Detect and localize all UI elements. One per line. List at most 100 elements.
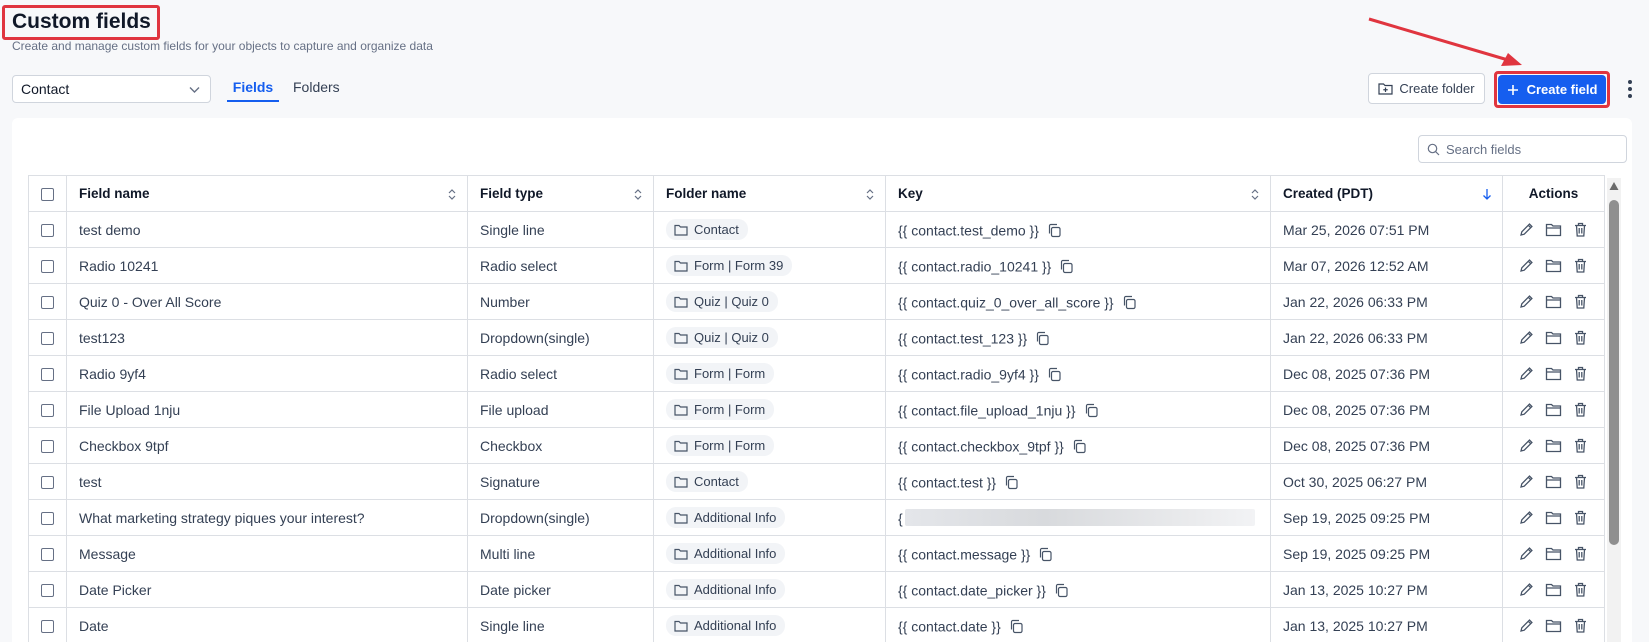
- move-folder-icon[interactable]: [1545, 401, 1562, 418]
- folder-chip[interactable]: Contact: [666, 219, 748, 240]
- table-row[interactable]: Date Picker Date picker Additional Info …: [28, 571, 1605, 608]
- search-input[interactable]: [1446, 141, 1626, 157]
- trash-icon[interactable]: [1572, 545, 1589, 562]
- edit-icon[interactable]: [1518, 329, 1535, 346]
- move-folder-icon[interactable]: [1545, 437, 1562, 454]
- row-checkbox[interactable]: [41, 224, 54, 238]
- trash-icon[interactable]: [1572, 437, 1589, 454]
- folder-chip[interactable]: Additional Info: [666, 543, 786, 564]
- row-checkbox[interactable]: [41, 512, 54, 526]
- move-folder-icon[interactable]: [1545, 473, 1562, 490]
- sort-icon[interactable]: [447, 188, 457, 201]
- table-row[interactable]: Quiz 0 - Over All Score Number Quiz | Qu…: [28, 283, 1605, 320]
- copy-icon[interactable]: [1038, 547, 1053, 562]
- scrollbar-thumb[interactable]: [1609, 200, 1619, 545]
- move-folder-icon[interactable]: [1545, 581, 1562, 598]
- table-row[interactable]: File Upload 1nju File upload Form | Form…: [28, 391, 1605, 428]
- table-row[interactable]: Message Multi line Additional Info {{ co…: [28, 535, 1605, 572]
- move-folder-icon[interactable]: [1545, 329, 1562, 346]
- table-row[interactable]: test demo Single line Contact {{ contact…: [28, 211, 1605, 248]
- copy-icon[interactable]: [1004, 475, 1019, 490]
- copy-icon[interactable]: [1047, 223, 1062, 238]
- trash-icon[interactable]: [1572, 293, 1589, 310]
- column-header-field-name[interactable]: Field name: [66, 175, 468, 212]
- edit-icon[interactable]: [1518, 293, 1535, 310]
- row-checkbox[interactable]: [41, 260, 54, 274]
- copy-icon[interactable]: [1035, 331, 1050, 346]
- move-folder-icon[interactable]: [1545, 617, 1562, 634]
- folder-chip[interactable]: Form | Form: [666, 435, 775, 456]
- folder-chip[interactable]: Quiz | Quiz 0: [666, 327, 778, 348]
- edit-icon[interactable]: [1518, 221, 1535, 238]
- copy-icon[interactable]: [1009, 619, 1024, 634]
- row-checkbox[interactable]: [41, 332, 54, 346]
- trash-icon[interactable]: [1572, 473, 1589, 490]
- trash-icon[interactable]: [1572, 401, 1589, 418]
- folder-chip[interactable]: Additional Info: [666, 579, 786, 600]
- copy-icon[interactable]: [1054, 583, 1069, 598]
- row-checkbox[interactable]: [41, 620, 54, 634]
- move-folder-icon[interactable]: [1545, 545, 1562, 562]
- folder-chip[interactable]: Additional Info: [666, 507, 786, 528]
- edit-icon[interactable]: [1518, 473, 1535, 490]
- table-row[interactable]: test Signature Contact {{ contact.test }…: [28, 463, 1605, 500]
- edit-icon[interactable]: [1518, 437, 1535, 454]
- column-header-folder-name[interactable]: Folder name: [653, 175, 886, 212]
- row-checkbox[interactable]: [41, 296, 54, 310]
- search-box[interactable]: [1418, 135, 1627, 163]
- trash-icon[interactable]: [1572, 365, 1589, 382]
- select-all-checkbox[interactable]: [41, 187, 54, 201]
- row-checkbox[interactable]: [41, 404, 54, 418]
- table-row[interactable]: Checkbox 9tpf Checkbox Form | Form {{ co…: [28, 427, 1605, 464]
- row-checkbox[interactable]: [41, 476, 54, 490]
- folder-chip[interactable]: Form | Form: [666, 363, 775, 384]
- folder-chip[interactable]: Form | Form 39: [666, 255, 793, 276]
- create-folder-button[interactable]: Create folder: [1368, 73, 1485, 104]
- edit-icon[interactable]: [1518, 581, 1535, 598]
- sort-icon[interactable]: [865, 188, 875, 201]
- edit-icon[interactable]: [1518, 617, 1535, 634]
- tab-folders[interactable]: Folders: [293, 79, 340, 95]
- trash-icon[interactable]: [1572, 509, 1589, 526]
- copy-icon[interactable]: [1059, 259, 1074, 274]
- folder-chip[interactable]: Form | Form: [666, 399, 775, 420]
- copy-icon[interactable]: [1072, 439, 1087, 454]
- table-row[interactable]: What marketing strategy piques your inte…: [28, 499, 1605, 536]
- move-folder-icon[interactable]: [1545, 509, 1562, 526]
- move-folder-icon[interactable]: [1545, 293, 1562, 310]
- trash-icon[interactable]: [1572, 581, 1589, 598]
- sort-icon[interactable]: [1250, 188, 1260, 201]
- column-header-created[interactable]: Created (PDT): [1270, 175, 1503, 212]
- trash-icon[interactable]: [1572, 257, 1589, 274]
- copy-icon[interactable]: [1047, 367, 1062, 382]
- row-checkbox[interactable]: [41, 584, 54, 598]
- object-select[interactable]: Contact: [12, 75, 211, 103]
- table-row[interactable]: Radio 9yf4 Radio select Form | Form {{ c…: [28, 355, 1605, 392]
- kebab-icon[interactable]: [1625, 78, 1635, 100]
- row-checkbox[interactable]: [41, 548, 54, 562]
- folder-chip[interactable]: Quiz | Quiz 0: [666, 291, 778, 312]
- row-checkbox[interactable]: [41, 368, 54, 382]
- edit-icon[interactable]: [1518, 365, 1535, 382]
- row-checkbox[interactable]: [41, 440, 54, 454]
- edit-icon[interactable]: [1518, 545, 1535, 562]
- table-row[interactable]: Radio 10241 Radio select Form | Form 39 …: [28, 247, 1605, 284]
- move-folder-icon[interactable]: [1545, 257, 1562, 274]
- folder-chip[interactable]: Contact: [666, 471, 748, 492]
- table-row[interactable]: Date Single line Additional Info {{ cont…: [28, 607, 1605, 642]
- folder-chip[interactable]: Additional Info: [666, 615, 786, 636]
- column-header-key[interactable]: Key: [885, 175, 1271, 212]
- edit-icon[interactable]: [1518, 401, 1535, 418]
- copy-icon[interactable]: [1122, 295, 1137, 310]
- edit-icon[interactable]: [1518, 257, 1535, 274]
- create-field-button[interactable]: Create field: [1498, 75, 1606, 104]
- sort-icon[interactable]: [633, 188, 643, 201]
- column-header-field-type[interactable]: Field type: [467, 175, 654, 212]
- table-row[interactable]: test123 Dropdown(single) Quiz | Quiz 0 {…: [28, 319, 1605, 356]
- trash-icon[interactable]: [1572, 221, 1589, 238]
- trash-icon[interactable]: [1572, 329, 1589, 346]
- tab-fields[interactable]: Fields: [227, 79, 279, 95]
- trash-icon[interactable]: [1572, 617, 1589, 634]
- sort-desc-icon[interactable]: [1482, 188, 1492, 201]
- move-folder-icon[interactable]: [1545, 221, 1562, 238]
